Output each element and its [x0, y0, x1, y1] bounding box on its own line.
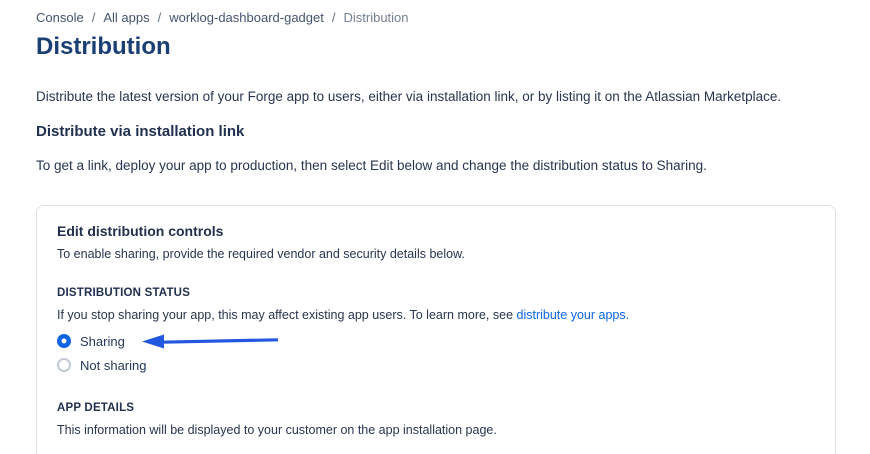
edit-distribution-card: Edit distribution controls To enable sha… [36, 205, 836, 454]
radio-button-not-sharing[interactable] [57, 358, 71, 372]
section-heading: Distribute via installation link [36, 124, 836, 140]
card-subtitle: To enable sharing, provide the required … [57, 247, 815, 262]
breadcrumb: Console / All apps / worklog-dashboard-g… [36, 11, 836, 25]
radio-option-sharing[interactable]: Sharing [57, 333, 815, 349]
distribution-status-label: DISTRIBUTION STATUS [57, 286, 815, 300]
breadcrumb-item-all-apps[interactable]: All apps [103, 11, 149, 25]
intro-text: Distribute the latest version of your Fo… [36, 89, 836, 105]
breadcrumb-item-console[interactable]: Console [36, 11, 84, 25]
card-title: Edit distribution controls [57, 223, 815, 239]
breadcrumb-separator: / [332, 11, 336, 25]
app-details-text: This information will be displayed to yo… [57, 423, 815, 438]
breadcrumb-item-app[interactable]: worklog-dashboard-gadget [169, 11, 324, 25]
warning-text: If you stop sharing your app, this may a… [57, 308, 513, 322]
distribution-status-warning: If you stop sharing your app, this may a… [57, 308, 815, 323]
radio-option-not-sharing[interactable]: Not sharing [57, 357, 815, 373]
app-details-label: APP DETAILS [57, 401, 815, 415]
breadcrumb-separator: / [92, 11, 96, 25]
annotation-arrow-icon [142, 333, 280, 349]
breadcrumb-separator: / [158, 11, 162, 25]
page-title: Distribution [36, 32, 836, 62]
breadcrumb-item-current: Distribution [343, 11, 408, 25]
section-instructions: To get a link, deploy your app to produc… [36, 158, 836, 174]
page: Console / All apps / worklog-dashboard-g… [0, 0, 870, 454]
radio-button-sharing[interactable] [57, 334, 71, 348]
distribute-your-apps-link[interactable]: distribute your apps. [517, 308, 630, 322]
radio-label-sharing: Sharing [80, 334, 125, 349]
radio-label-not-sharing: Not sharing [80, 358, 146, 373]
